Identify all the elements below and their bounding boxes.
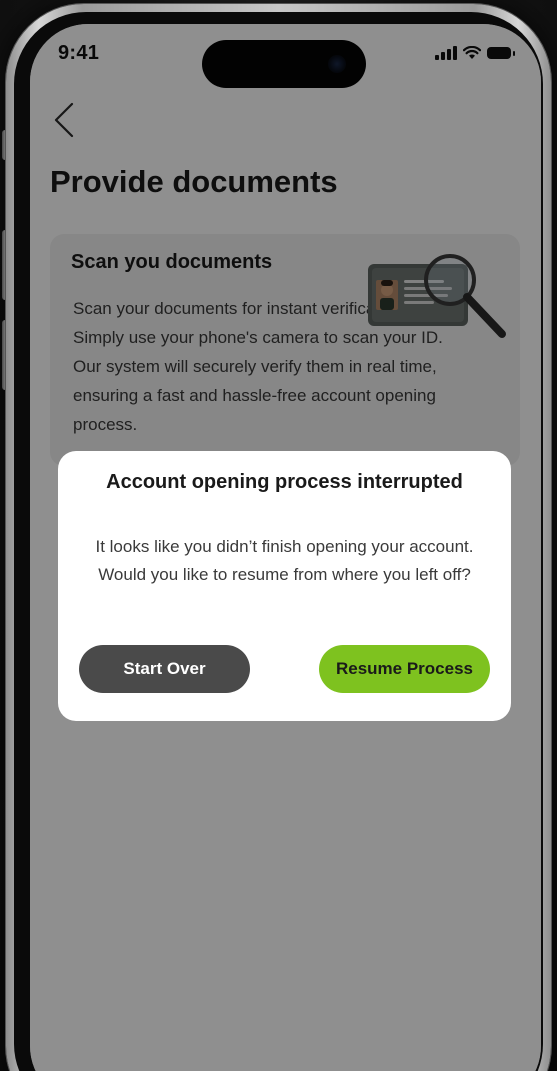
interrupted-process-dialog: Account opening process interrupted It l… <box>58 451 511 721</box>
resume-process-button[interactable]: Resume Process <box>319 645 490 693</box>
device-mockup: 9:41 Provide documents Scan you document… <box>0 0 557 1071</box>
phone-screen: 9:41 Provide documents Scan you document… <box>30 24 541 1071</box>
dialog-title: Account opening process interrupted <box>106 471 463 493</box>
dialog-message: It looks like you didn’t finish opening … <box>95 537 474 584</box>
start-over-button[interactable]: Start Over <box>79 645 250 693</box>
